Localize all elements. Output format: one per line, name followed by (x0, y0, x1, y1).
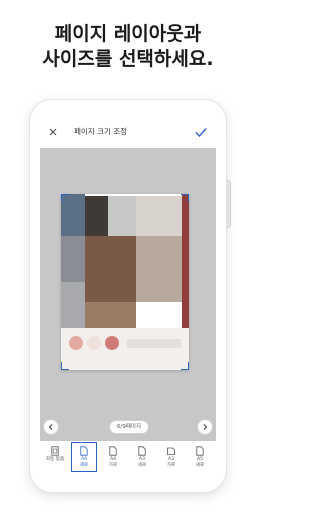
phone-frame: 페이지 크기 조정 6/9페이지 자동 맞춤 A4 세로 A4 가로 A3 세로… (30, 100, 226, 492)
chevron-right-icon (203, 424, 208, 430)
auto-fit-icon (51, 446, 59, 456)
crop-handle-top-left[interactable] (61, 194, 69, 202)
size-option-a3-portrait[interactable]: A3 세로 (129, 442, 155, 472)
size-option-sublabel: 가로 (108, 462, 118, 468)
size-option-a4-portrait[interactable]: A4 세로 (71, 442, 97, 472)
page-landscape-icon (167, 447, 175, 455)
swatch-3 (105, 336, 119, 350)
page-title: 페이지 크기 조정 (74, 127, 128, 136)
size-option-sublabel: 세로 (195, 462, 205, 468)
size-options: 자동 맞춤 A4 세로 A4 가로 A3 세로 A3 가로 A5 세로 (42, 442, 214, 474)
photo-tile-wood (85, 236, 136, 302)
photo-tile-person-dark (85, 196, 108, 236)
page-indicator: 6/9페이지 (110, 421, 149, 433)
headline-line-1: 페이지 레이아웃과 (54, 23, 202, 45)
size-option-label: 자동 맞춤 (45, 457, 65, 462)
prev-page-button[interactable] (44, 420, 58, 434)
swatch-2 (87, 336, 101, 350)
page-portrait-icon (80, 446, 88, 456)
photo-tile-facade (61, 282, 85, 328)
photo-tile-plate (85, 302, 136, 328)
size-option-sublabel: 가로 (166, 462, 176, 468)
crop-handle-bottom-right[interactable] (181, 362, 189, 370)
size-option-auto-fit[interactable]: 자동 맞춤 (42, 442, 68, 472)
size-option-a3-landscape[interactable]: A3 가로 (158, 442, 184, 472)
size-option-sublabel: 세로 (137, 462, 147, 468)
size-option-a5-portrait[interactable]: A5 세로 (187, 442, 213, 472)
next-page-button[interactable] (198, 420, 212, 434)
page-preview[interactable] (61, 194, 189, 370)
chevron-left-icon (48, 424, 53, 430)
swatch-text-block (127, 339, 181, 348)
swatch-1 (69, 336, 83, 350)
headline-line-2: 사이즈를 선택하세요. (42, 48, 214, 70)
check-icon[interactable] (194, 125, 208, 139)
photo-tile-mist (108, 196, 136, 236)
page-landscape-icon (109, 446, 117, 456)
photo-tile-building (61, 236, 85, 282)
headline: 페이지 레이아웃과 사이즈를 선택하세요. (0, 22, 256, 72)
color-strip (182, 194, 189, 328)
page-portrait-icon (196, 446, 204, 456)
preview-canvas (40, 148, 216, 441)
close-icon[interactable] (47, 126, 59, 138)
photo-tile-portrait (136, 236, 187, 302)
crop-handle-top-right[interactable] (181, 194, 189, 202)
crop-handle-bottom-left[interactable] (61, 362, 69, 370)
photo-tile-gradient (136, 196, 182, 236)
swatch-row (61, 328, 189, 370)
size-option-sublabel: 세로 (79, 462, 89, 468)
page-portrait-icon (138, 446, 146, 456)
top-bar: 페이지 크기 조정 (30, 120, 226, 148)
size-option-a4-landscape[interactable]: A4 가로 (100, 442, 126, 472)
